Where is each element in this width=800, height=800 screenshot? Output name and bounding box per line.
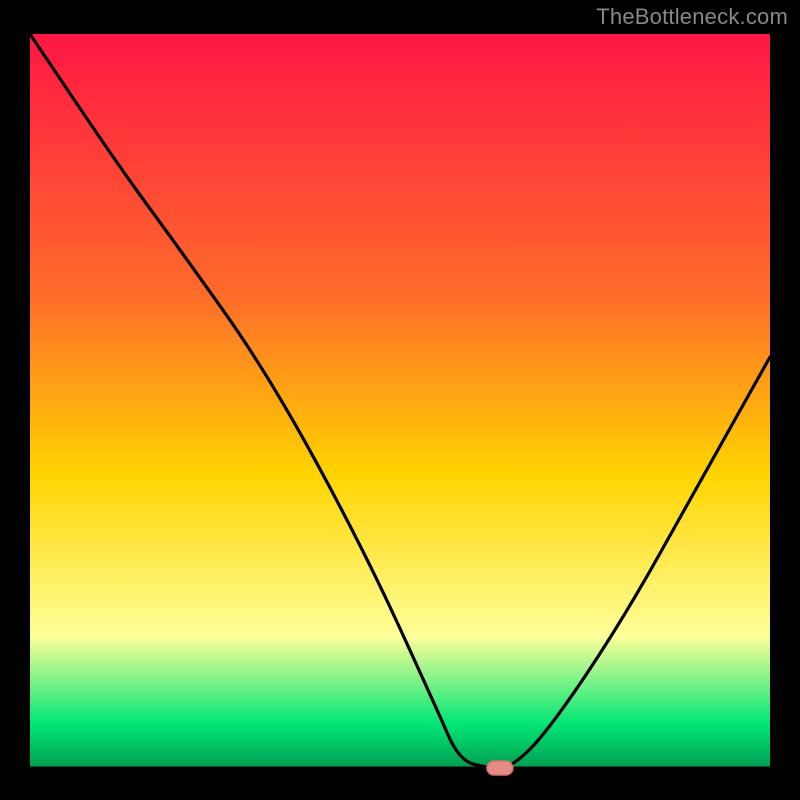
bottleneck-chart xyxy=(0,0,800,800)
plot-area xyxy=(30,34,770,768)
optimal-marker xyxy=(487,761,513,775)
watermark-text: TheBottleneck.com xyxy=(596,4,788,30)
chart-container: TheBottleneck.com xyxy=(0,0,800,800)
